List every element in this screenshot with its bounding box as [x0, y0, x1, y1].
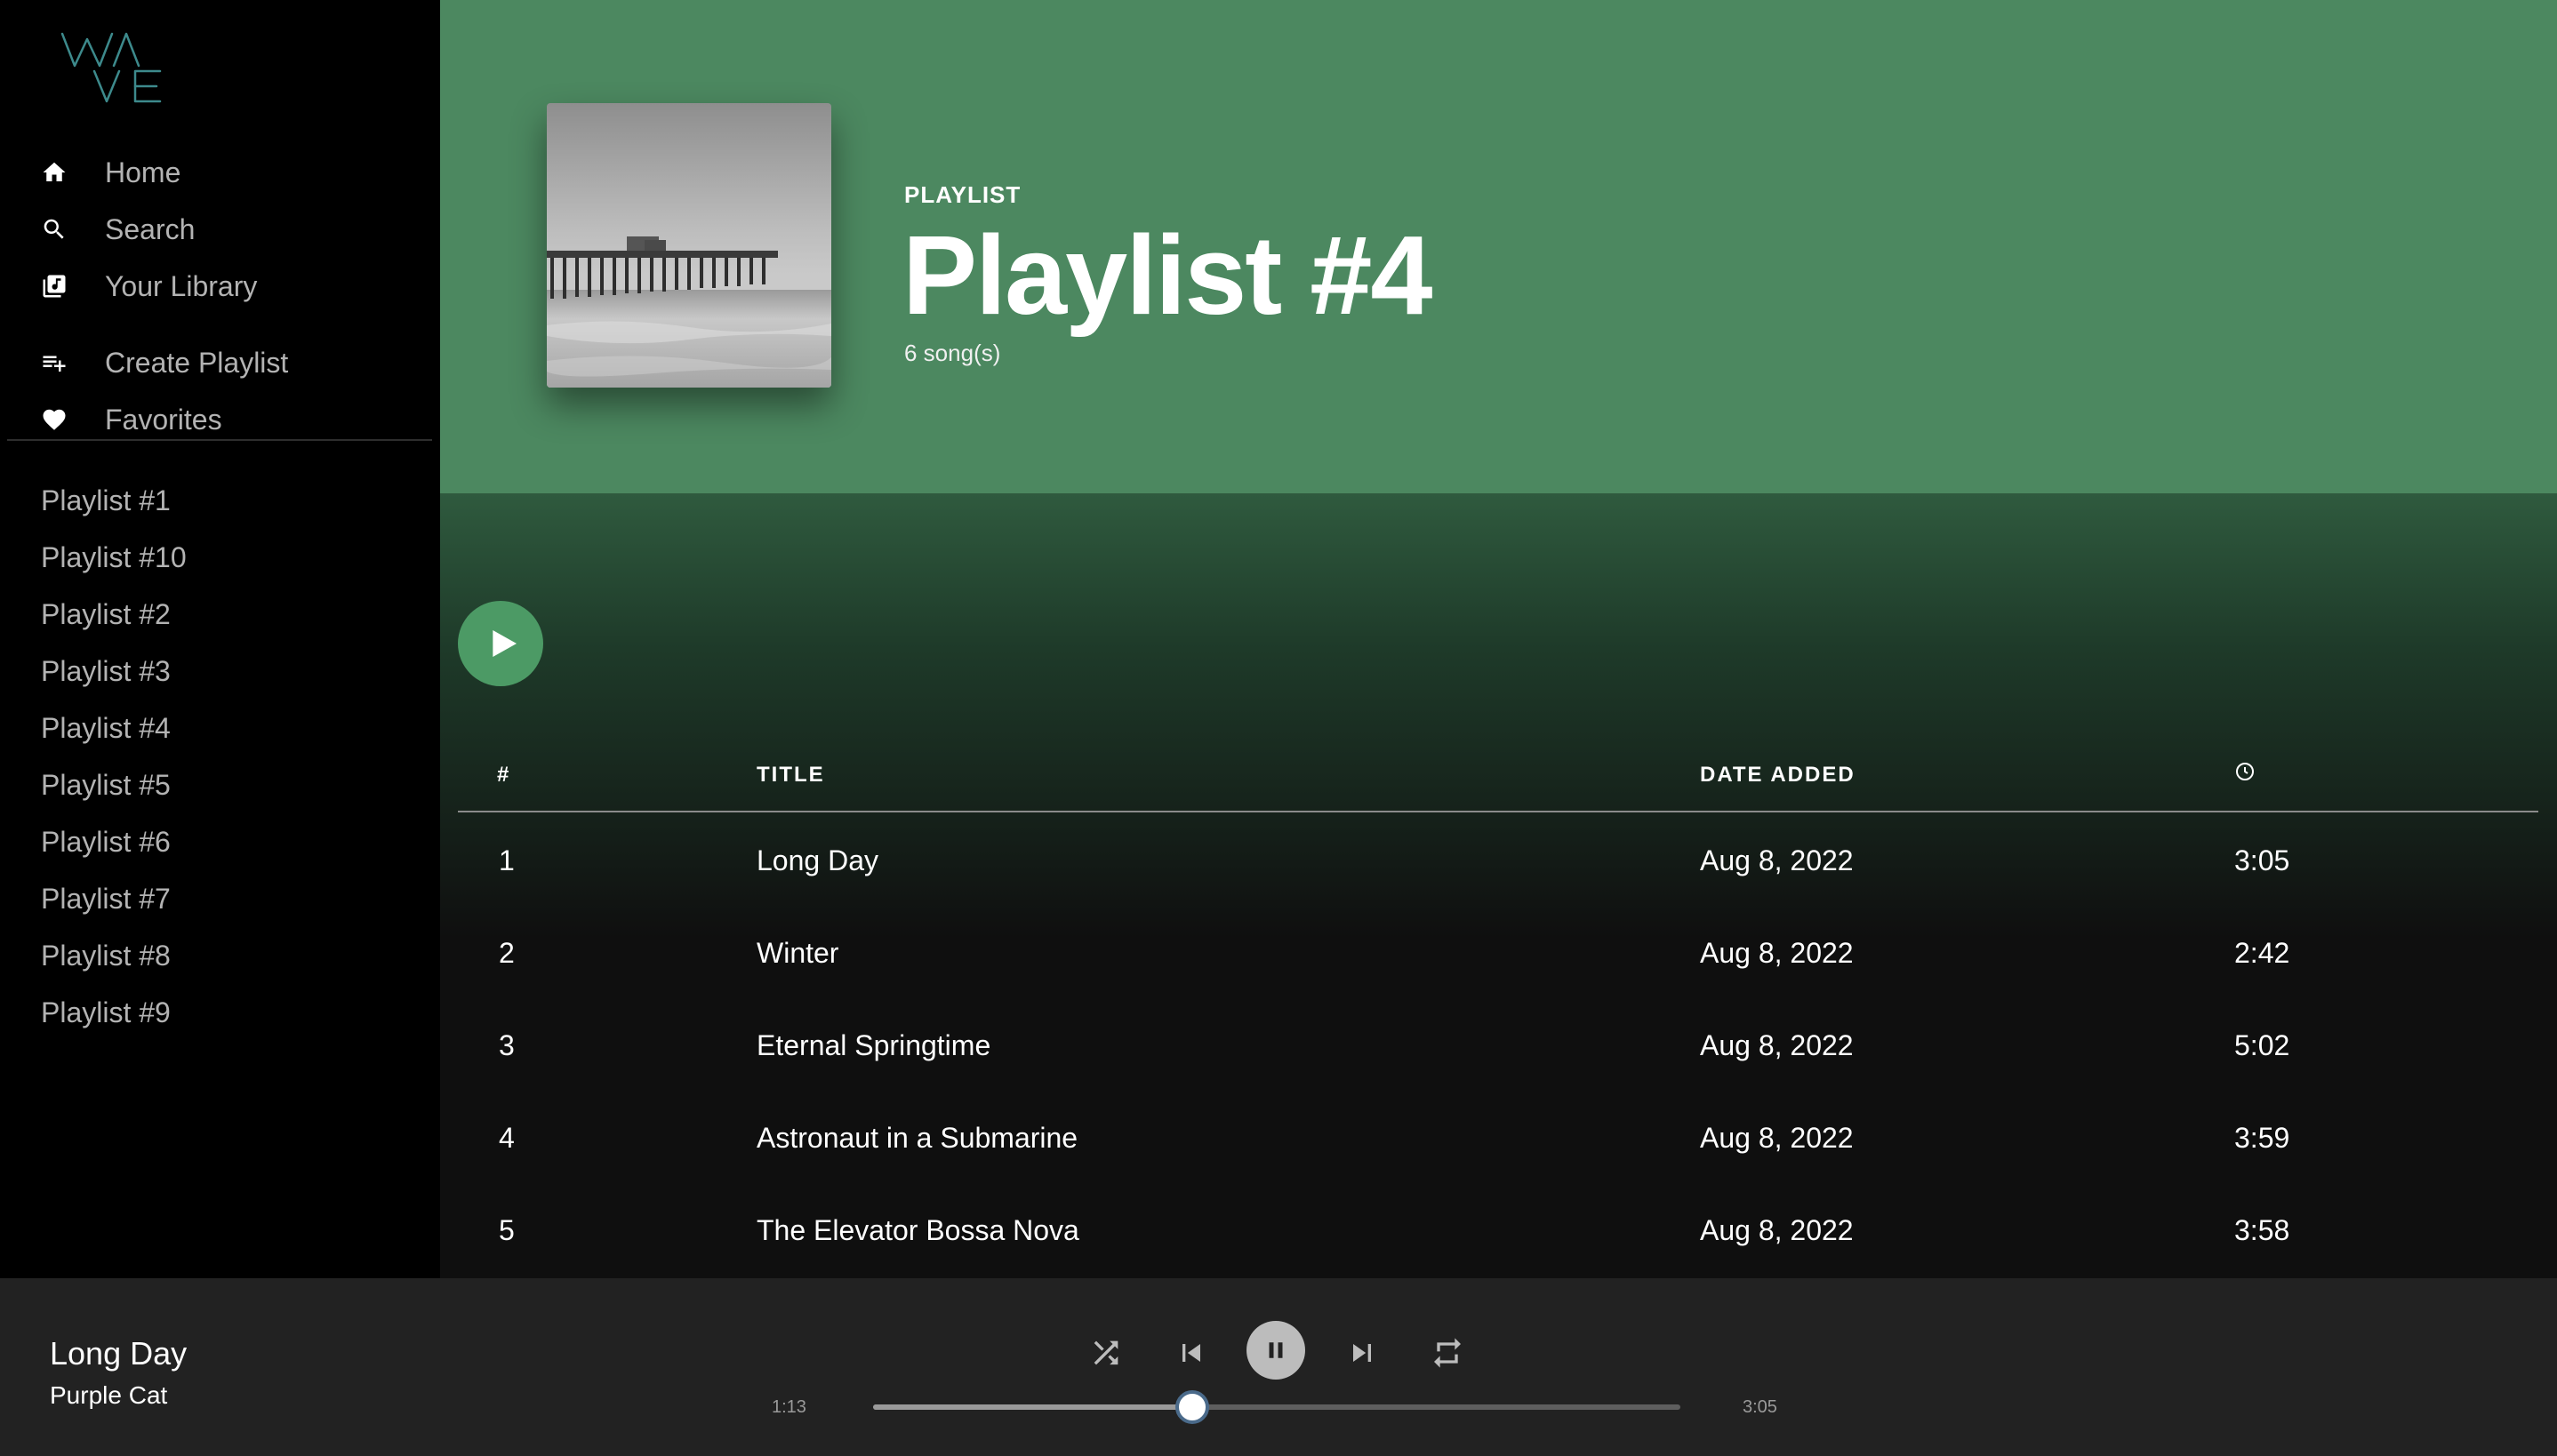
track-title: Eternal Springtime — [757, 1029, 991, 1061]
song-count: 6 song(s) — [904, 340, 1001, 366]
track-date-added: Aug 8, 2022 — [1700, 1122, 1854, 1154]
table-row[interactable]: 2 Winter Aug 8, 2022 2:42 — [458, 907, 2538, 999]
sidebar-playlist-item[interactable]: Playlist #1 — [41, 478, 171, 523]
table-row[interactable]: 4 Astronaut in a Submarine Aug 8, 2022 3… — [458, 1092, 2538, 1184]
progress-slider[interactable] — [873, 1390, 1680, 1424]
skip-next-icon — [1353, 1344, 1371, 1362]
track-number: 3 — [499, 1029, 515, 1061]
pause-button[interactable] — [1246, 1321, 1305, 1380]
track-duration: 5:02 — [2234, 1029, 2290, 1061]
track-duration: 3:05 — [2234, 844, 2290, 876]
nav-label: Favorites — [105, 403, 222, 436]
nav-your-library[interactable]: Your Library — [41, 261, 257, 311]
sidebar-playlist-item[interactable]: Playlist #7 — [41, 876, 171, 921]
progress-handle[interactable] — [1174, 1390, 1209, 1424]
track-date-added: Aug 8, 2022 — [1700, 937, 1854, 969]
sidebar-playlist-item[interactable]: Playlist #2 — [41, 592, 171, 636]
search-icon — [41, 216, 68, 243]
nav-home[interactable]: Home — [41, 148, 180, 197]
track-date-added: Aug 8, 2022 — [1700, 1214, 1854, 1246]
track-number: 1 — [499, 844, 515, 876]
shuffle-button[interactable] — [1086, 1333, 1126, 1372]
heart-icon — [41, 406, 68, 433]
play-icon — [493, 630, 517, 657]
total-time: 3:05 — [1743, 1397, 1777, 1417]
sidebar-playlist-item[interactable]: Playlist #5 — [41, 763, 171, 807]
track-number: 4 — [499, 1122, 515, 1154]
track-duration: 3:59 — [2234, 1122, 2290, 1154]
shuffle-icon — [1094, 1340, 1118, 1365]
table-row[interactable]: 3 Eternal Springtime Aug 8, 2022 5:02 — [458, 999, 2538, 1092]
column-number: # — [497, 763, 511, 787]
now-playing-title[interactable]: Long Day — [50, 1335, 187, 1372]
table-row[interactable]: 5 The Elevator Bossa Nova Aug 8, 2022 3:… — [458, 1184, 2538, 1276]
pause-icon — [1269, 1342, 1283, 1358]
sidebar-playlist-item[interactable]: Playlist #3 — [41, 649, 171, 693]
track-number: 2 — [499, 937, 515, 969]
track-title: Winter — [757, 937, 839, 969]
nav-search[interactable]: Search — [41, 204, 195, 254]
nav-label: Your Library — [105, 269, 258, 302]
repeat-button[interactable] — [1428, 1333, 1467, 1372]
track-title: The Elevator Bossa Nova — [757, 1214, 1079, 1246]
nav-label: Create Playlist — [105, 346, 289, 379]
repeat-icon — [1434, 1338, 1461, 1368]
home-icon — [41, 159, 68, 186]
library-icon — [41, 273, 68, 300]
track-date-added: Aug 8, 2022 — [1700, 844, 1854, 876]
main-content: PLAYLIST Playlist #4 6 song(s) # TITLE D… — [440, 0, 2557, 1278]
nav-label: Search — [105, 212, 196, 245]
nav-label: Home — [105, 156, 181, 188]
playlist-add-icon — [41, 349, 68, 376]
previous-button[interactable] — [1172, 1333, 1211, 1372]
track-duration: 3:58 — [2234, 1214, 2290, 1246]
playlist-cover-image — [547, 103, 831, 388]
sidebar-playlist-item[interactable]: Playlist #6 — [41, 820, 171, 864]
track-title: Astronaut in a Submarine — [757, 1122, 1078, 1154]
nav-create-playlist[interactable]: Create Playlist — [41, 338, 288, 388]
track-duration: 2:42 — [2234, 937, 2290, 969]
next-button[interactable] — [1343, 1333, 1382, 1372]
sidebar-playlist-item[interactable]: Playlist #4 — [41, 706, 171, 750]
header-kicker: PLAYLIST — [904, 181, 1022, 208]
page-title: Playlist #4 — [902, 212, 1432, 338]
elapsed-time: 1:13 — [772, 1397, 806, 1417]
track-number: 5 — [499, 1214, 515, 1246]
track-date-added: Aug 8, 2022 — [1700, 1029, 1854, 1061]
sidebar-playlist-item[interactable]: Playlist #9 — [41, 990, 171, 1035]
progress-fill — [873, 1404, 1192, 1410]
column-title[interactable]: TITLE — [757, 763, 825, 788]
skip-previous-icon — [1182, 1344, 1200, 1362]
sidebar-playlist-item[interactable]: Playlist #8 — [41, 933, 171, 978]
now-playing-artist[interactable]: Purple Cat — [50, 1381, 167, 1410]
table-row[interactable]: 1 Long Day Aug 8, 2022 3:05 — [458, 814, 2538, 907]
track-title: Long Day — [757, 844, 878, 876]
table-header: # TITLE DATE ADDED — [458, 752, 2538, 812]
column-date-added[interactable]: DATE ADDED — [1700, 763, 1856, 788]
play-playlist-button[interactable] — [458, 601, 543, 686]
player-bar: Long Day Purple Cat 1:13 3:05 — [0, 1278, 2557, 1456]
sidebar: Home Search Your Library Create Playlist… — [0, 0, 440, 1278]
sidebar-divider — [7, 439, 432, 441]
nav-favorites[interactable]: Favorites — [41, 395, 222, 444]
clock-icon — [2236, 763, 2254, 780]
sidebar-playlist-item[interactable]: Playlist #10 — [41, 535, 187, 580]
app-logo[interactable] — [59, 28, 165, 107]
